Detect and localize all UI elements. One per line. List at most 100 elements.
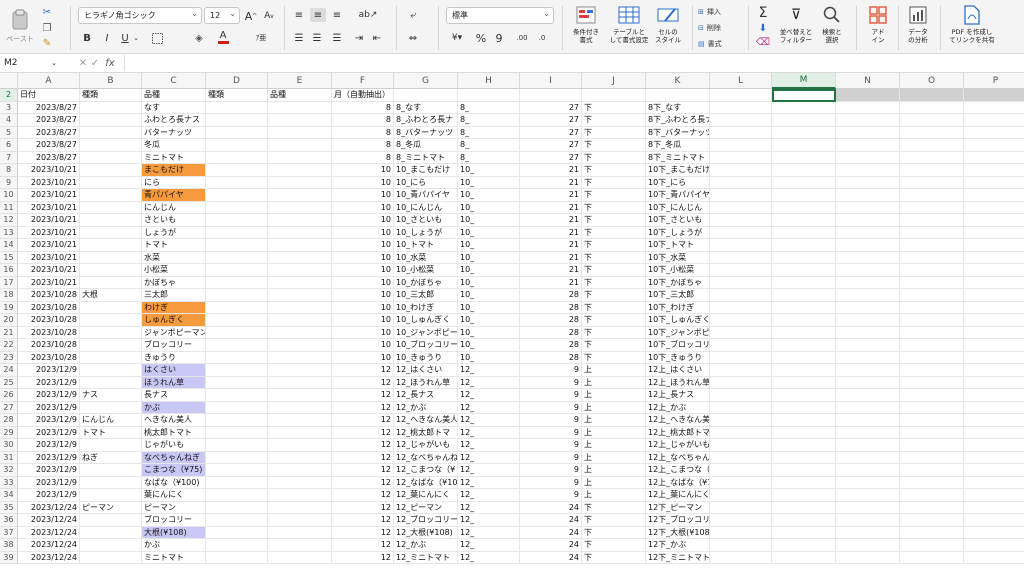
cell-l23[interactable] (710, 351, 772, 364)
cell-n38[interactable] (836, 539, 900, 552)
cell-n19[interactable] (836, 301, 900, 314)
cell-b35[interactable]: ピーマン (80, 501, 142, 514)
column-header-i[interactable]: I (520, 73, 582, 89)
cell-i5[interactable]: 27 (520, 126, 582, 139)
cell-e21[interactable] (268, 326, 332, 339)
cell-h30[interactable]: 12_ (458, 439, 520, 452)
cell-h27[interactable]: 12_ (458, 401, 520, 414)
cell-f21[interactable]: 10 (332, 326, 394, 339)
cell-p28[interactable] (964, 414, 1024, 427)
cell-i14[interactable]: 21 (520, 239, 582, 252)
cell-e11[interactable] (268, 201, 332, 214)
cell-e36[interactable] (268, 514, 332, 527)
cell-n7[interactable] (836, 151, 900, 164)
wrap-text-icon[interactable]: ⤶ (404, 8, 422, 22)
cell-o36[interactable] (900, 514, 964, 527)
cell-j11[interactable]: 下 (582, 201, 646, 214)
cell-d29[interactable] (206, 426, 268, 439)
cell-h19[interactable]: 10_ (458, 301, 520, 314)
cell-g17[interactable]: 10_かぼちゃ (394, 276, 458, 289)
cell-m17[interactable] (772, 276, 836, 289)
cell-o5[interactable] (900, 126, 964, 139)
cell-i2[interactable] (520, 89, 582, 102)
cell-a11[interactable]: 2023/10/21 (18, 201, 80, 214)
cell-h20[interactable]: 10_ (458, 314, 520, 327)
cell-l9[interactable] (710, 176, 772, 189)
cell-i15[interactable]: 21 (520, 251, 582, 264)
cell-e14[interactable] (268, 239, 332, 252)
cell-b5[interactable] (80, 126, 142, 139)
cell-d8[interactable] (206, 164, 268, 177)
cell-n25[interactable] (836, 376, 900, 389)
cell-c30[interactable]: じゃがいも (142, 439, 206, 452)
cell-c31[interactable]: なべちゃんねぎ (142, 451, 206, 464)
cell-c25[interactable]: ほうれん草 (142, 376, 206, 389)
cell-a36[interactable]: 2023/12/24 (18, 514, 80, 527)
cell-m39[interactable] (772, 551, 836, 564)
cell-m6[interactable] (772, 139, 836, 152)
cell-i18[interactable]: 28 (520, 289, 582, 302)
cell-p3[interactable] (964, 102, 1024, 114)
cell-f28[interactable]: 12 (332, 414, 394, 427)
cell-h2[interactable] (458, 89, 520, 102)
cell-c9[interactable]: にら (142, 176, 206, 189)
cell-h33[interactable]: 12_ (458, 476, 520, 489)
cell-e3[interactable] (268, 101, 332, 114)
cell-o17[interactable] (900, 276, 964, 289)
cell-e19[interactable] (268, 301, 332, 314)
cell-o37[interactable] (900, 526, 964, 539)
cell-h39[interactable]: 12_ (458, 551, 520, 564)
cell-c13[interactable]: しょうが (142, 226, 206, 239)
cell-c36[interactable]: ブロッコリー (142, 514, 206, 527)
cell-a27[interactable]: 2023/12/9 (18, 401, 80, 414)
cell-a37[interactable]: 2023/12/24 (18, 526, 80, 539)
cell-j15[interactable]: 下 (582, 251, 646, 264)
row-header[interactable]: 36 (0, 514, 18, 527)
cell-k3[interactable]: 8下_なす (646, 101, 710, 114)
cell-b39[interactable] (80, 551, 142, 564)
cell-c7[interactable]: ミニトマト (142, 151, 206, 164)
indent-icon[interactable]: ⇥ (352, 31, 366, 45)
cell-m9[interactable] (772, 176, 836, 189)
cell-h8[interactable]: 10_ (458, 164, 520, 177)
cell-e20[interactable] (268, 314, 332, 327)
cell-b36[interactable] (80, 514, 142, 527)
cell-g32[interactable]: 12_こまつな（¥ (394, 464, 458, 477)
cell-k30[interactable]: 12上_じゃがいも (646, 439, 710, 452)
cell-n18[interactable] (836, 289, 900, 302)
cell-j9[interactable]: 下 (582, 176, 646, 189)
cell-k8[interactable]: 10下_まこもだけ (646, 164, 710, 177)
cell-l10[interactable] (710, 189, 772, 202)
cell-o16[interactable] (900, 264, 964, 277)
cell-a20[interactable]: 2023/10/28 (18, 314, 80, 327)
cell-l3[interactable] (710, 101, 772, 114)
cell-k13[interactable]: 10下_しょうが (646, 226, 710, 239)
cell-j32[interactable]: 上 (582, 464, 646, 477)
cell-d33[interactable] (206, 476, 268, 489)
cell-j13[interactable]: 下 (582, 226, 646, 239)
cell-k16[interactable]: 10下_小松菜 (646, 264, 710, 277)
cell-p12[interactable] (964, 214, 1024, 227)
cell-e6[interactable] (268, 139, 332, 152)
cell-n15[interactable] (836, 251, 900, 264)
cell-j31[interactable]: 上 (582, 451, 646, 464)
cell-l18[interactable] (710, 289, 772, 302)
cell-i3[interactable]: 27 (520, 101, 582, 114)
cell-o38[interactable] (900, 539, 964, 552)
cell-n14[interactable] (836, 239, 900, 252)
cell-d4[interactable] (206, 114, 268, 127)
cell-l2[interactable] (710, 89, 772, 102)
cell-k7[interactable]: 8下_ミニトマト (646, 151, 710, 164)
cell-p39[interactable] (964, 552, 1024, 564)
cell-a29[interactable]: 2023/12/9 (18, 426, 80, 439)
cell-k38[interactable]: 12下_かぶ (646, 539, 710, 552)
cell-o27[interactable] (900, 401, 964, 414)
cell-a6[interactable]: 2023/8/27 (18, 139, 80, 152)
cell-h23[interactable]: 10_ (458, 351, 520, 364)
cell-j12[interactable]: 下 (582, 214, 646, 227)
outdent-icon[interactable]: ⇤ (370, 31, 384, 45)
cell-g27[interactable]: 12_かぶ (394, 401, 458, 414)
cell-g28[interactable]: 12_へきなん美人 (394, 414, 458, 427)
cell-i29[interactable]: 9 (520, 426, 582, 439)
cell-g33[interactable]: 12_なばな（¥10 (394, 476, 458, 489)
